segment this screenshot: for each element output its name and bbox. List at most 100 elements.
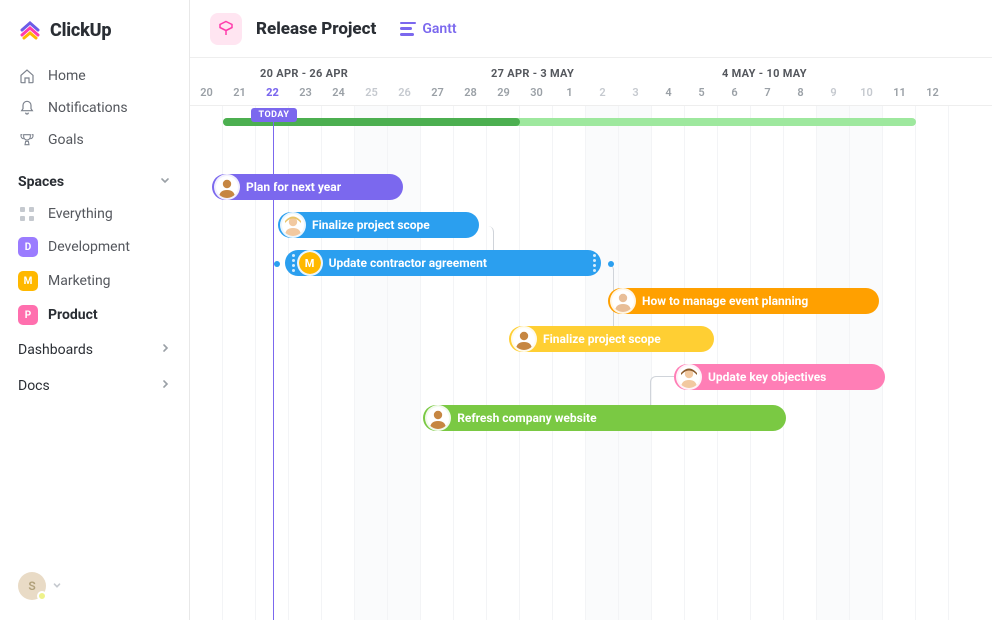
task-bar[interactable]: Finalize project scope: [278, 212, 479, 238]
task-bar[interactable]: Plan for next year: [212, 174, 403, 200]
task-bar[interactable]: How to manage event planning: [608, 288, 879, 314]
user-initial: S: [28, 579, 35, 593]
day-cell[interactable]: 30: [520, 80, 553, 105]
day-cell[interactable]: 28: [454, 80, 487, 105]
day-cell[interactable]: 9: [817, 80, 850, 105]
bell-icon: [18, 99, 36, 117]
nav-label: Goals: [48, 132, 84, 148]
week-labels: 20 APR - 26 APR 27 APR - 3 MAY 4 MAY - 10 …: [190, 58, 992, 80]
gantt-area[interactable]: Plan for next year Finalize project scope…: [190, 106, 992, 620]
day-cell[interactable]: 20: [190, 80, 223, 105]
sidebar-item-dashboards[interactable]: Dashboards: [0, 332, 189, 368]
everything-label: Everything: [48, 206, 113, 222]
task-label: Update contractor agreement: [329, 256, 487, 270]
space-label: Marketing: [48, 273, 111, 289]
app-name: ClickUp: [50, 20, 111, 41]
day-row: 2021222324252627282930123456789101112: [190, 80, 992, 106]
view-switcher-gantt[interactable]: Gantt: [400, 21, 456, 37]
topbar: Release Project Gantt: [190, 0, 992, 58]
day-cell[interactable]: 7: [751, 80, 784, 105]
presence-indicator: [37, 591, 47, 601]
user-area[interactable]: S: [0, 572, 189, 620]
spaces-list: D Development M Marketing P Product: [0, 230, 189, 332]
day-cell[interactable]: 21: [223, 80, 256, 105]
dependency-dot-icon[interactable]: [274, 261, 280, 267]
sidebar-item-goals[interactable]: Goals: [0, 124, 189, 156]
task-label: Finalize project scope: [543, 332, 661, 346]
timeline: 20 APR - 26 APR 27 APR - 3 MAY 4 MAY - 10 …: [190, 58, 992, 620]
space-label: Product: [48, 307, 98, 323]
day-cell[interactable]: 12: [916, 80, 949, 105]
day-cell[interactable]: 10: [850, 80, 883, 105]
drag-handle[interactable]: [289, 250, 299, 276]
day-cell[interactable]: 5: [685, 80, 718, 105]
gantt-icon: [400, 22, 416, 36]
day-cell[interactable]: 23: [289, 80, 322, 105]
day-cell[interactable]: 24: [322, 80, 355, 105]
docs-label: Docs: [18, 378, 50, 394]
sidebar-item-development[interactable]: D Development: [0, 230, 189, 264]
sidebar-item-everything[interactable]: Everything: [0, 198, 189, 230]
main-panel: Release Project Gantt 20 APR - 26 APR 27 …: [190, 0, 992, 620]
progress-bar[interactable]: [223, 118, 916, 126]
day-cell[interactable]: 6: [718, 80, 751, 105]
day-cell[interactable]: 8: [784, 80, 817, 105]
task-bar[interactable]: M Update contractor agreement: [285, 250, 602, 276]
week-label: 27 APR - 3 MAY: [491, 67, 574, 80]
day-cell[interactable]: 3: [619, 80, 652, 105]
today-line: [273, 108, 274, 620]
day-cell[interactable]: 26: [388, 80, 421, 105]
week-label: 4 MAY - 10 MAY: [722, 67, 807, 80]
user-avatar[interactable]: S: [18, 572, 46, 600]
space-badge: P: [18, 305, 38, 325]
task-bar[interactable]: Refresh company website: [423, 405, 786, 431]
assignee-avatar[interactable]: M: [299, 252, 321, 274]
day-cell[interactable]: 2: [586, 80, 619, 105]
assignee-avatar[interactable]: [427, 407, 449, 429]
chevron-down-icon: [52, 579, 62, 594]
today-badge: TODAY: [251, 108, 298, 122]
spaces-label: Spaces: [18, 174, 64, 190]
dashboards-label: Dashboards: [18, 342, 93, 358]
task-bar[interactable]: Finalize project scope: [509, 326, 714, 352]
day-cell[interactable]: 1: [553, 80, 586, 105]
primary-nav: Home Notifications Goals: [0, 56, 189, 160]
sidebar-item-marketing[interactable]: M Marketing: [0, 264, 189, 298]
home-icon: [18, 67, 36, 85]
day-cell[interactable]: 25: [355, 80, 388, 105]
space-badge: D: [18, 237, 38, 257]
task-label: Plan for next year: [246, 180, 341, 194]
logo[interactable]: ClickUp: [0, 0, 189, 56]
spaces-header[interactable]: Spaces: [0, 160, 189, 198]
day-cell[interactable]: 22: [256, 80, 289, 105]
day-cell[interactable]: 11: [883, 80, 916, 105]
sidebar-item-notifications[interactable]: Notifications: [0, 92, 189, 124]
space-badge: M: [18, 271, 38, 291]
chevron-right-icon: [159, 378, 171, 394]
sidebar-item-docs[interactable]: Docs: [0, 368, 189, 404]
assignee-avatar[interactable]: [612, 290, 634, 312]
sidebar-item-product[interactable]: P Product: [0, 298, 189, 332]
clickup-logo-icon: [18, 18, 42, 42]
project-title: Release Project: [256, 19, 376, 39]
chevron-right-icon: [159, 342, 171, 358]
day-cell[interactable]: 27: [421, 80, 454, 105]
dependency-dot-icon[interactable]: [608, 261, 614, 267]
assignee-avatar[interactable]: [513, 328, 535, 350]
grid-icon: [18, 205, 36, 223]
assignee-avatar[interactable]: [282, 214, 304, 236]
drag-handle[interactable]: [589, 250, 599, 276]
sidebar-item-home[interactable]: Home: [0, 60, 189, 92]
assignee-avatar[interactable]: [216, 176, 238, 198]
space-label: Development: [48, 239, 130, 255]
week-label: 20 APR - 26 APR: [260, 67, 348, 80]
task-label: Finalize project scope: [312, 218, 430, 232]
nav-label: Home: [48, 68, 86, 84]
task-label: How to manage event planning: [642, 294, 808, 308]
task-bar[interactable]: Update key objectives: [674, 364, 885, 390]
view-label: Gantt: [422, 21, 456, 37]
day-cell[interactable]: 4: [652, 80, 685, 105]
day-cell[interactable]: 29: [487, 80, 520, 105]
project-icon[interactable]: [210, 13, 242, 45]
assignee-avatar[interactable]: [678, 366, 700, 388]
